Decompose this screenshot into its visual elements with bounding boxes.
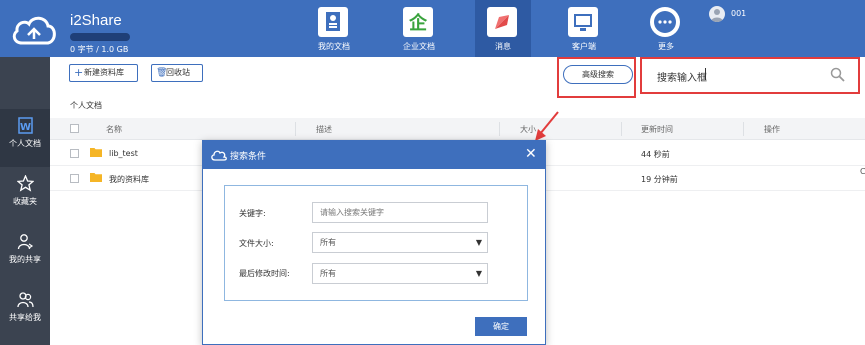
nav-label: 更多	[658, 42, 674, 51]
highlight-box-search	[640, 57, 860, 94]
column-header-actions: 操作	[764, 125, 780, 134]
my-docs-icon	[318, 7, 348, 37]
row-updated-time: 44 秒前	[641, 150, 670, 159]
message-rocket-icon	[487, 7, 517, 37]
keyword-label: 关键字:	[239, 209, 266, 218]
ok-button[interactable]: 确定	[475, 317, 527, 336]
row-updated-time: 19 分钟前	[641, 175, 678, 184]
folder-icon	[90, 148, 102, 157]
search-conditions-dialog: 搜索条件 ✕ 关键字: 请输入搜索关键字 文件大小: 所有 ▼ 最后修改时间: …	[202, 140, 546, 345]
sidebar-item-label: 收藏夹	[13, 197, 37, 206]
search-criteria-panel: 关键字: 请输入搜索关键字 文件大小: 所有 ▼ 最后修改时间: 所有 ▼	[224, 185, 528, 301]
new-library-label: 新建资料库	[84, 68, 124, 77]
recycle-bin-label: 回收站	[166, 68, 190, 77]
quota-progress-bar	[70, 33, 130, 41]
column-divider	[295, 122, 296, 136]
nav-label: 企业文档	[403, 42, 435, 51]
nav-more[interactable]: 更多	[638, 0, 694, 57]
table-header: 名称 描述 大小 更新时间 操作	[50, 118, 865, 140]
modified-time-label: 最后修改时间:	[239, 269, 290, 278]
modified-time-value: 所有	[320, 269, 336, 278]
nav-client[interactable]: 客户端	[556, 0, 612, 57]
new-library-button[interactable]: + 新建资料库	[69, 64, 138, 82]
client-monitor-icon	[568, 7, 598, 37]
row-checkbox[interactable]	[70, 174, 79, 183]
nav-label: 消息	[495, 42, 511, 51]
column-header-description[interactable]: 描述	[316, 124, 332, 135]
top-bar: i2Share 0 字节 / 1.0 GB 我的文档 企 企业文档 消息 客户端…	[0, 0, 865, 57]
dialog-title: 搜索条件	[230, 152, 267, 162]
svg-text:企: 企	[408, 12, 428, 34]
trash-icon: 🗑	[156, 68, 168, 78]
file-size-select[interactable]: 所有 ▼	[312, 232, 488, 253]
user-avatar[interactable]	[709, 6, 725, 22]
close-icon[interactable]: ✕	[525, 146, 537, 162]
svg-text:W: W	[20, 122, 31, 133]
row-name-link[interactable]: 我的资料库	[109, 174, 149, 185]
cloud-icon	[211, 150, 227, 161]
nav-message[interactable]: 消息	[475, 0, 531, 57]
keyword-input[interactable]: 请输入搜索关键字	[312, 202, 488, 223]
select-all-checkbox[interactable]	[70, 124, 79, 133]
sidebar: W 个人文档 收藏夹 我的共享 共享给我	[0, 57, 50, 345]
annotation-arrow-icon	[535, 111, 559, 141]
column-header-updated[interactable]: 更新时间	[641, 124, 673, 135]
sidebar-item-favorites[interactable]: 收藏夹	[0, 167, 50, 225]
quota-text: 0 字节 / 1.0 GB	[70, 45, 129, 54]
modified-time-select[interactable]: 所有 ▼	[312, 263, 488, 284]
sidebar-item-label: 共享给我	[9, 313, 41, 322]
file-size-value: 所有	[320, 238, 336, 247]
nav-enterprise-docs[interactable]: 企 企业文档	[391, 0, 447, 57]
nav-label: 客户端	[572, 42, 596, 51]
nav-label: 我的文档	[318, 42, 350, 51]
plus-icon: +	[74, 66, 84, 79]
keyword-placeholder: 请输入搜索关键字	[320, 208, 384, 217]
dropdown-arrow-icon: ▼	[475, 269, 482, 278]
sidebar-item-my-share[interactable]: 我的共享	[0, 225, 50, 283]
star-icon	[17, 175, 34, 192]
personal-doc-icon: W	[18, 117, 33, 134]
user-name[interactable]: 001	[731, 9, 746, 18]
dialog-header: 搜索条件 ✕	[203, 141, 545, 169]
sidebar-item-personal-docs[interactable]: W 个人文档	[0, 109, 50, 167]
column-divider	[743, 122, 744, 136]
column-divider	[621, 122, 622, 136]
folder-icon	[90, 173, 102, 182]
clipped-edge-text: C	[860, 167, 865, 176]
nav-my-docs[interactable]: 我的文档	[306, 0, 362, 57]
row-checkbox[interactable]	[70, 149, 79, 158]
sidebar-item-shared-with-me[interactable]: 共享给我	[0, 283, 50, 341]
recycle-bin-button[interactable]: 🗑 回收站	[151, 64, 203, 82]
breadcrumb: 个人文档	[70, 101, 102, 110]
file-size-label: 文件大小:	[239, 239, 274, 248]
highlight-box-advanced-search	[557, 57, 636, 98]
row-name-link[interactable]: lib_test	[109, 149, 138, 158]
cloud-logo-icon	[12, 16, 56, 45]
column-divider	[499, 122, 500, 136]
sidebar-item-label: 个人文档	[9, 139, 41, 148]
column-header-name[interactable]: 名称	[106, 124, 122, 135]
sidebar-item-label: 我的共享	[9, 255, 41, 264]
my-share-icon	[17, 234, 34, 250]
enterprise-docs-icon: 企	[403, 7, 433, 37]
shared-with-me-icon	[17, 292, 34, 308]
app-name: i2Share	[70, 12, 122, 29]
dropdown-arrow-icon: ▼	[475, 238, 482, 247]
more-icon	[650, 7, 680, 37]
